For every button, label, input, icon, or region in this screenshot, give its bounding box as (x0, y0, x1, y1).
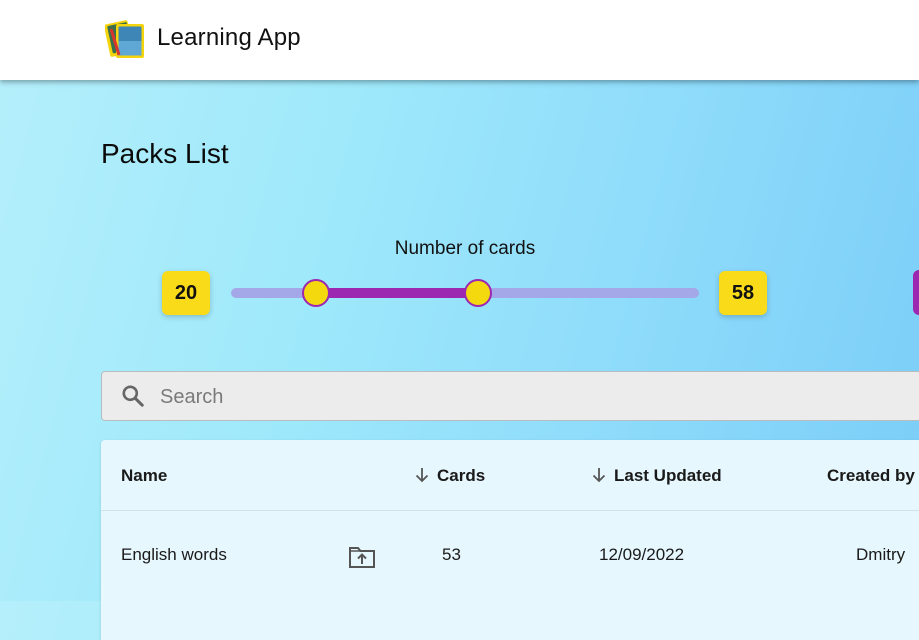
search-icon (122, 385, 144, 407)
app-title: Learning App (157, 24, 301, 51)
pack-cards-count: 53 (442, 545, 461, 564)
cards-range-label: Number of cards (394, 238, 536, 259)
packs-table: Name Cards Last Updated Created by Engli… (101, 440, 919, 640)
column-header-created-by[interactable]: Created by (827, 466, 915, 486)
arrow-down-icon (592, 468, 606, 483)
pack-last-updated: 12/09/2022 (599, 545, 685, 564)
slider-thumb-max[interactable] (463, 279, 492, 307)
search-box[interactable] (101, 371, 919, 422)
column-header-cards-label: Cards (437, 466, 486, 485)
table-row[interactable]: English words 53 12/09/2022 Dmitry (101, 511, 919, 601)
search-input[interactable] (158, 372, 862, 422)
column-header-last-updated-label: Last Updated (614, 466, 722, 485)
app-bar: Learning App (0, 0, 919, 80)
column-header-last-updated[interactable]: Last Updated (590, 466, 722, 486)
folder-upload-icon[interactable] (348, 543, 376, 571)
column-header-cards[interactable]: Cards (413, 466, 485, 486)
arrow-down-icon (415, 468, 429, 483)
cards-min-value: 20 (162, 271, 210, 315)
pack-name[interactable]: English words (121, 545, 227, 565)
slider-thumb-min[interactable] (302, 279, 331, 307)
table-header: Name Cards Last Updated Created by (101, 440, 919, 511)
filter-button-partial[interactable] (913, 270, 919, 315)
pack-created-by: Dmitry (856, 545, 906, 564)
page-title: Packs List (101, 138, 229, 169)
slider-track (315, 288, 477, 298)
column-header-name[interactable]: Name (121, 466, 167, 486)
cards-range-slider[interactable] (231, 279, 699, 307)
cards-max-value: 58 (719, 271, 767, 315)
app-logo-icon[interactable] (105, 19, 147, 61)
